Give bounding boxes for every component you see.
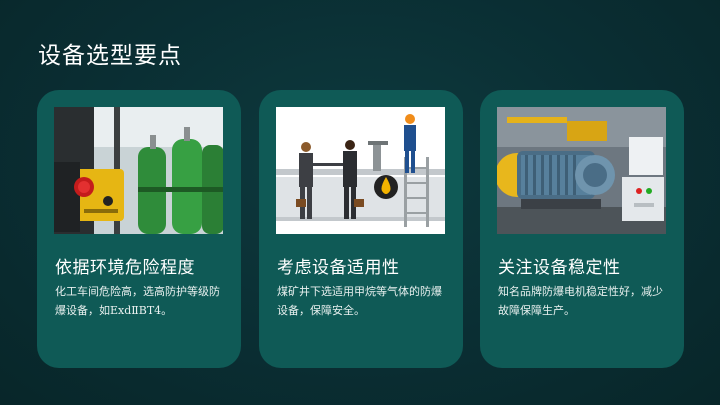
gas-cylinder-switch-photo [54,107,223,234]
card-title: 考虑设备适用性 [277,258,400,278]
slide-title: 设备选型要点 [38,43,182,69]
card-environment-hazard: 依据环境危险程度 化工车间危险高，选高防护等级防爆设备，如ExdⅡBT4。 [37,90,241,368]
card-description: 煤矿井下选适用甲烷等气体的防爆设备，保障安全。 [277,285,442,317]
card-stability: 关注设备稳定性 知名品牌防爆电机稳定性好，减少故障保障生产。 [480,90,684,368]
card-title: 关注设备稳定性 [498,258,621,278]
card-applicability: 考虑设备适用性 煤矿井下选适用甲烷等气体的防爆设备，保障安全。 [259,90,463,368]
card-description: 化工车间危险高，选高防护等级防爆设备，如ExdⅡBT4。 [55,285,220,317]
explosion-proof-motor-photo [497,107,666,234]
business-handshake-pipeline-illustration [276,107,445,234]
card-description: 知名品牌防爆电机稳定性好，减少故障保障生产。 [498,285,663,317]
card-title: 依据环境危险程度 [55,258,195,278]
